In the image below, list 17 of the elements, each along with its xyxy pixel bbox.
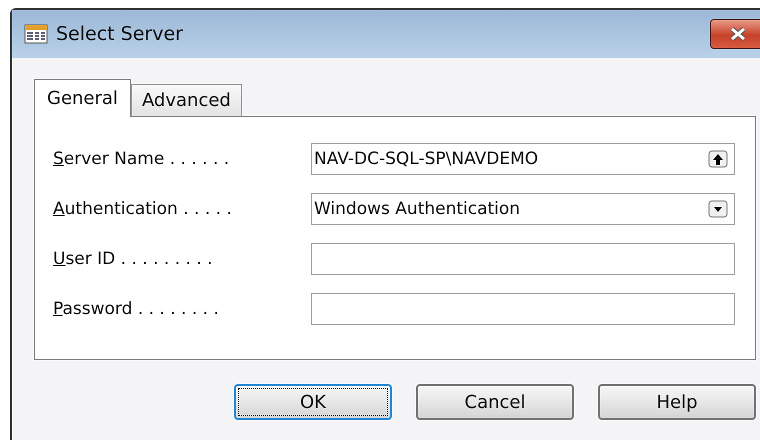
field-label: User ID . . . . . . . . . xyxy=(53,249,214,269)
tab[interactable]: General xyxy=(34,79,131,117)
field-label: Authentication . . . . . xyxy=(53,199,233,219)
input-field[interactable] xyxy=(311,243,735,275)
dialog-button[interactable]: Cancel xyxy=(416,384,574,420)
caret-icon[interactable] xyxy=(708,200,728,218)
field-label: Server Name . . . . . . xyxy=(53,149,230,169)
window-title: Select Server xyxy=(56,23,183,45)
close-button[interactable] xyxy=(710,19,760,49)
dialog-button[interactable]: OK xyxy=(234,384,392,420)
input-field[interactable] xyxy=(311,293,735,325)
dropdown-field[interactable]: Windows Authentication xyxy=(311,193,735,225)
dialog-button[interactable]: Help xyxy=(598,384,756,420)
tab[interactable]: Advanced xyxy=(130,84,242,116)
lookup-field[interactable]: NAV-DC-SQL-SP\NAVDEMO xyxy=(311,143,735,175)
table-icon xyxy=(24,24,48,44)
field-label: Password . . . . . . . . xyxy=(53,299,220,319)
